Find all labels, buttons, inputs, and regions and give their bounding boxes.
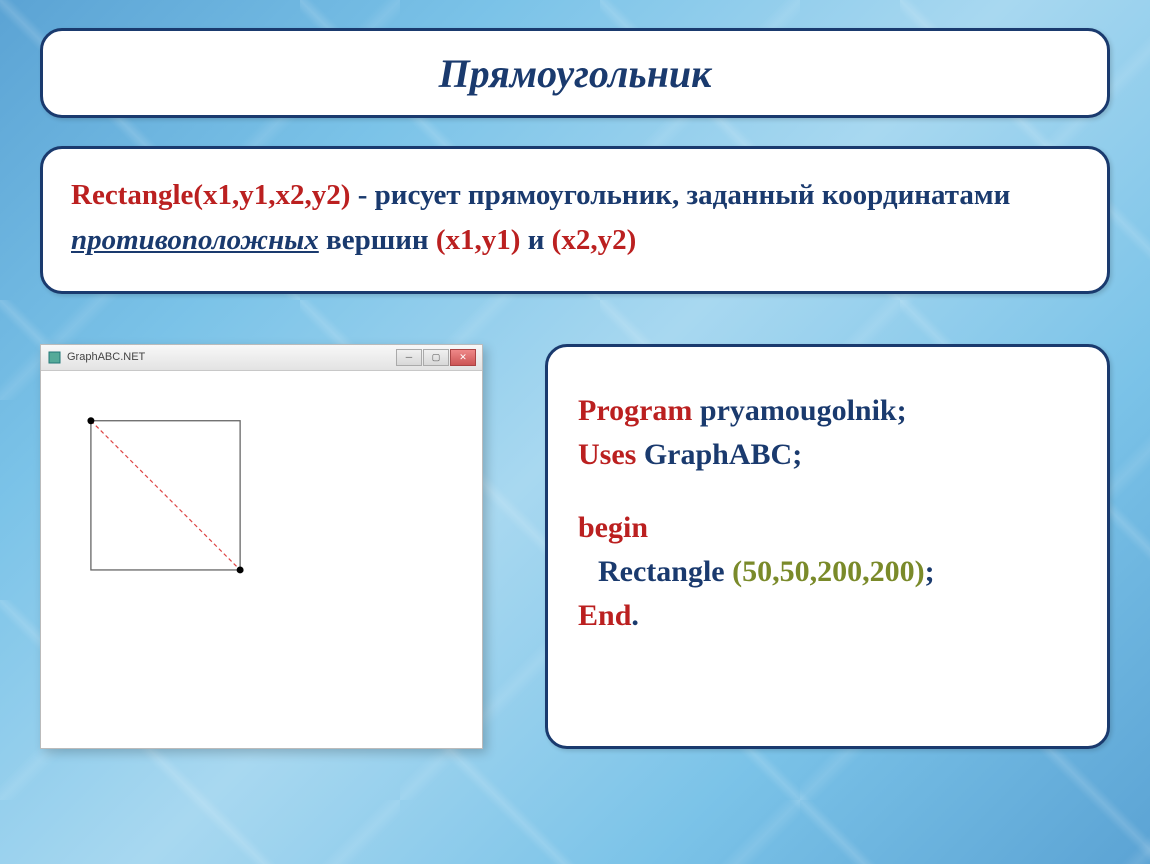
window-title: GraphABC.NET	[67, 351, 145, 363]
description-text: Rectangle(x1,y1,x2,y2) - рисует прямоуго…	[71, 173, 1079, 263]
code-line-4: Rectangle (50,50,200,200);	[578, 550, 1077, 594]
drawn-rectangle	[41, 371, 482, 748]
desc-emphasis: противоположных	[71, 224, 319, 256]
desc-text-2: вершин	[319, 224, 436, 256]
page-title: Прямоугольник	[439, 50, 712, 97]
title-panel: Прямоугольник	[40, 28, 1110, 118]
code-line-1: Program pryamougolnik;	[578, 389, 1077, 433]
prog-name: pryamougolnik;	[692, 394, 906, 427]
close-button[interactable]: ✕	[450, 349, 476, 366]
app-icon	[47, 350, 61, 364]
kw-program: Program	[578, 394, 692, 427]
canvas-area	[41, 371, 482, 748]
app-window: GraphABC.NET ─ ▢ ✕	[40, 344, 483, 749]
desc-text-1: - рисует прямоугольник, заданный координ…	[350, 179, 1010, 211]
kw-uses: Uses	[578, 438, 636, 471]
code-panel: Program pryamougolnik; Uses GraphABC; be…	[545, 344, 1110, 749]
call-rect: Rectangle	[598, 555, 732, 588]
window-titlebar: GraphABC.NET ─ ▢ ✕	[41, 345, 482, 371]
code-line-3: begin	[578, 506, 1077, 550]
semi-1: ;	[792, 438, 802, 471]
rect-args: (50,50,200,200)	[732, 555, 924, 588]
coord-1: (x1,y1)	[436, 224, 521, 256]
maximize-button[interactable]: ▢	[423, 349, 449, 366]
semi-2: ;	[925, 555, 935, 588]
kw-begin: begin	[578, 511, 648, 544]
window-controls: ─ ▢ ✕	[396, 349, 476, 366]
kw-end: End	[578, 599, 631, 632]
coord-2: (x2,y2)	[552, 224, 637, 256]
desc-and: и	[520, 224, 551, 256]
unit-name: GraphABC	[636, 438, 792, 471]
minimize-button[interactable]: ─	[396, 349, 422, 366]
code-line-2: Uses GraphABC;	[578, 433, 1077, 477]
code-line-5: End.	[578, 594, 1077, 638]
end-dot: .	[631, 599, 639, 632]
description-panel: Rectangle(x1,y1,x2,y2) - рисует прямоуго…	[40, 146, 1110, 294]
func-signature: Rectangle(x1,y1,x2,y2)	[71, 179, 350, 211]
